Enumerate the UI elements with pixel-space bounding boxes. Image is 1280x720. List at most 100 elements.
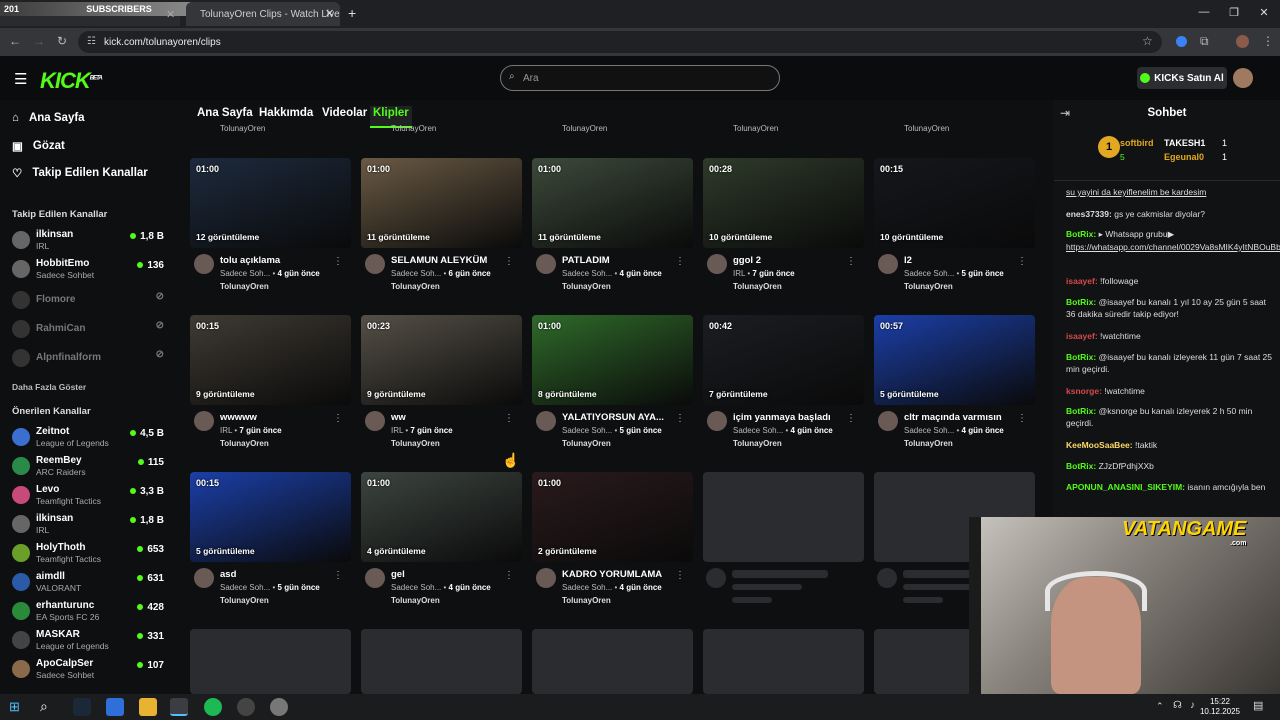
clip-title[interactable]: l2 [904, 255, 1014, 266]
clip-title[interactable]: wwwww [220, 412, 330, 423]
clip-thumbnail[interactable]: 01:00 2 görüntüleme [532, 472, 693, 562]
clip-owner[interactable]: TolunayOren [391, 282, 440, 291]
clip-card[interactable]: 01:00 11 görüntüleme SELAMUN ALEYKÜM Sadece… [361, 158, 522, 308]
sidebar-channel-offline[interactable]: Flomore ⊘ [12, 289, 164, 313]
avatar[interactable] [194, 568, 214, 588]
app-icon[interactable] [270, 698, 288, 716]
site-info-icon[interactable]: ☷ [87, 36, 96, 47]
clip-title[interactable]: ww [391, 412, 501, 423]
sidebar-channel[interactable]: ilkinsan IRL 1,8 B [12, 513, 164, 537]
show-more-link[interactable]: Daha Fazla Göster [12, 382, 86, 392]
clip-title[interactable]: YALATIYORSUN AYA... [562, 412, 672, 423]
clip-category[interactable]: Sadece Soh... [904, 269, 954, 278]
extensions-puzzle-icon[interactable]: ⧉ [1200, 34, 1209, 49]
sidebar-channel[interactable]: Levo Teamfight Tactics 3,3 B [12, 484, 164, 508]
minimize-icon[interactable]: — [1196, 6, 1212, 18]
clip-thumbnail[interactable]: 01:00 12 görüntüleme [190, 158, 351, 248]
clip-thumbnail[interactable]: 00:42 7 görüntüleme [703, 315, 864, 405]
forward-icon[interactable]: → [33, 34, 45, 48]
more-options-icon[interactable]: ⋮ [333, 256, 343, 267]
clip-title[interactable]: SELAMUN ALEYKÜM [391, 255, 501, 266]
system-clock[interactable]: 15:22 10.12.2025 [1200, 697, 1240, 717]
more-options-icon[interactable]: ⋮ [675, 413, 685, 424]
avatar[interactable] [365, 411, 385, 431]
chat-username[interactable]: BotRix: [1066, 461, 1096, 471]
clip-card[interactable]: 01:00 11 görüntüleme PATLADIM Sadece Soh...… [532, 158, 693, 308]
clip-owner[interactable]: TolunayOren [562, 596, 611, 605]
buy-kicks-button[interactable]: KICKs Satın Al [1137, 67, 1227, 89]
clip-card[interactable]: 01:00 12 görüntüleme tolu açıklama Sadece S… [190, 158, 351, 308]
tab-videos[interactable]: Videolar [319, 106, 370, 128]
store-icon[interactable] [106, 698, 124, 716]
sidebar-channel[interactable]: erhanturunc EA Sports FC 26 428 [12, 600, 164, 624]
clip-title[interactable]: gel [391, 569, 501, 580]
more-options-icon[interactable]: ⋮ [846, 413, 856, 424]
clip-title[interactable]: tolu açıklama [220, 255, 330, 266]
nav-following[interactable]: ♡ Takip Edilen Kanallar [12, 166, 148, 180]
clip-thumbnail[interactable]: 00:23 9 görüntüleme [361, 315, 522, 405]
chat-username[interactable]: enes37339: [1066, 209, 1112, 219]
sidebar-channel[interactable]: ilkinsan IRL 1,8 B [12, 229, 164, 253]
browser-menu-icon[interactable]: ⋮ [1262, 34, 1274, 48]
sidebar-channel-offline[interactable]: RahmiCan ⊘ [12, 318, 164, 342]
avatar[interactable] [878, 254, 898, 274]
leader-name[interactable]: softbird [1120, 138, 1154, 148]
more-options-icon[interactable]: ⋮ [1017, 413, 1027, 424]
close-window-icon[interactable]: ✕ [1256, 6, 1272, 19]
more-options-icon[interactable]: ⋮ [846, 256, 856, 267]
clip-owner[interactable]: TolunayOren [391, 124, 436, 133]
close-tab-icon[interactable]: ✕ [325, 7, 334, 20]
clip-category[interactable]: Sadece Soh... [904, 426, 954, 435]
user-avatar[interactable] [1233, 68, 1253, 88]
more-options-icon[interactable]: ⋮ [504, 413, 514, 424]
sidebar-channel[interactable]: ReemBey ARC Raiders 115 [12, 455, 164, 479]
chat-username[interactable]: isaayef: [1066, 276, 1098, 286]
nav-home[interactable]: ⌂ Ana Sayfa [12, 112, 85, 124]
spotify-icon[interactable] [204, 698, 222, 716]
clip-card[interactable]: 01:00 4 görüntüleme gel Sadece Soh... • 4 g… [361, 472, 522, 622]
chrome-icon[interactable] [170, 698, 188, 716]
clip-category[interactable]: Sadece Soh... [391, 269, 441, 278]
sidebar-channel[interactable]: HobbitEmo Sadece Sohbet 136 [12, 258, 164, 282]
clip-owner[interactable]: TolunayOren [391, 596, 440, 605]
clip-thumbnail[interactable]: 01:00 11 görüntüleme [532, 158, 693, 248]
clip-owner[interactable]: TolunayOren [904, 282, 953, 291]
sidebar-channel[interactable]: Zeitnot League of Legends 4,5 B [12, 426, 164, 450]
clip-card[interactable]: 00:42 7 görüntüleme içim yanmaya başladı Sa… [703, 315, 864, 465]
sidebar-channel[interactable]: MASKAR League of Legends 331 [12, 629, 164, 653]
sidebar-channel-offline[interactable]: Alpnfinalform ⊘ [12, 347, 164, 371]
clip-category[interactable]: Sadece Soh... [391, 583, 441, 592]
profile-avatar[interactable] [1236, 35, 1249, 48]
address-bar[interactable]: kick.com/tolunayoren/clips [78, 31, 1162, 53]
more-options-icon[interactable]: ⋮ [504, 570, 514, 581]
clip-thumbnail[interactable]: 00:15 10 görüntüleme [874, 158, 1035, 248]
restore-icon[interactable]: ❐ [1226, 6, 1242, 19]
avatar[interactable] [536, 254, 556, 274]
leader-name[interactable]: TAKESH1 [1164, 138, 1205, 148]
clip-owner[interactable]: TolunayOren [733, 439, 782, 448]
clip-card[interactable]: 01:00 2 görüntüleme KADRO YORUMLAMA Sadece … [532, 472, 693, 622]
folder-icon[interactable] [139, 698, 157, 716]
kick-logo[interactable]: KICKBETA [40, 68, 103, 94]
clip-owner[interactable]: TolunayOren [220, 596, 269, 605]
reload-icon[interactable]: ↻ [57, 34, 67, 48]
notification-icon[interactable]: ▤ [1253, 699, 1263, 712]
clip-thumbnail[interactable]: 00:57 5 görüntüleme [874, 315, 1035, 405]
clip-category[interactable]: Sadece Soh... [562, 583, 612, 592]
avatar[interactable] [878, 411, 898, 431]
new-tab-icon[interactable]: + [348, 5, 356, 21]
clip-thumbnail[interactable]: 01:00 11 görüntüleme [361, 158, 522, 248]
avatar[interactable] [707, 254, 727, 274]
avatar[interactable] [194, 411, 214, 431]
close-tab-icon[interactable]: ✕ [166, 8, 175, 21]
clip-owner[interactable]: TolunayOren [220, 124, 265, 133]
clip-category[interactable]: Sadece Soh... [220, 583, 270, 592]
clip-card[interactable]: 00:15 9 görüntüleme wwwww IRL • 7 gün önce T… [190, 315, 351, 465]
clip-thumbnail[interactable]: 00:28 10 görüntüleme [703, 158, 864, 248]
search-icon[interactable]: ⌕ [40, 698, 48, 715]
chat-username[interactable]: KeeMooSaaBee: [1066, 440, 1133, 450]
avatar[interactable] [536, 568, 556, 588]
avatar[interactable] [536, 411, 556, 431]
clip-card[interactable]: 00:15 5 görüntüleme asd Sadece Soh... • 5 g… [190, 472, 351, 622]
extension-icon[interactable] [1176, 36, 1187, 47]
